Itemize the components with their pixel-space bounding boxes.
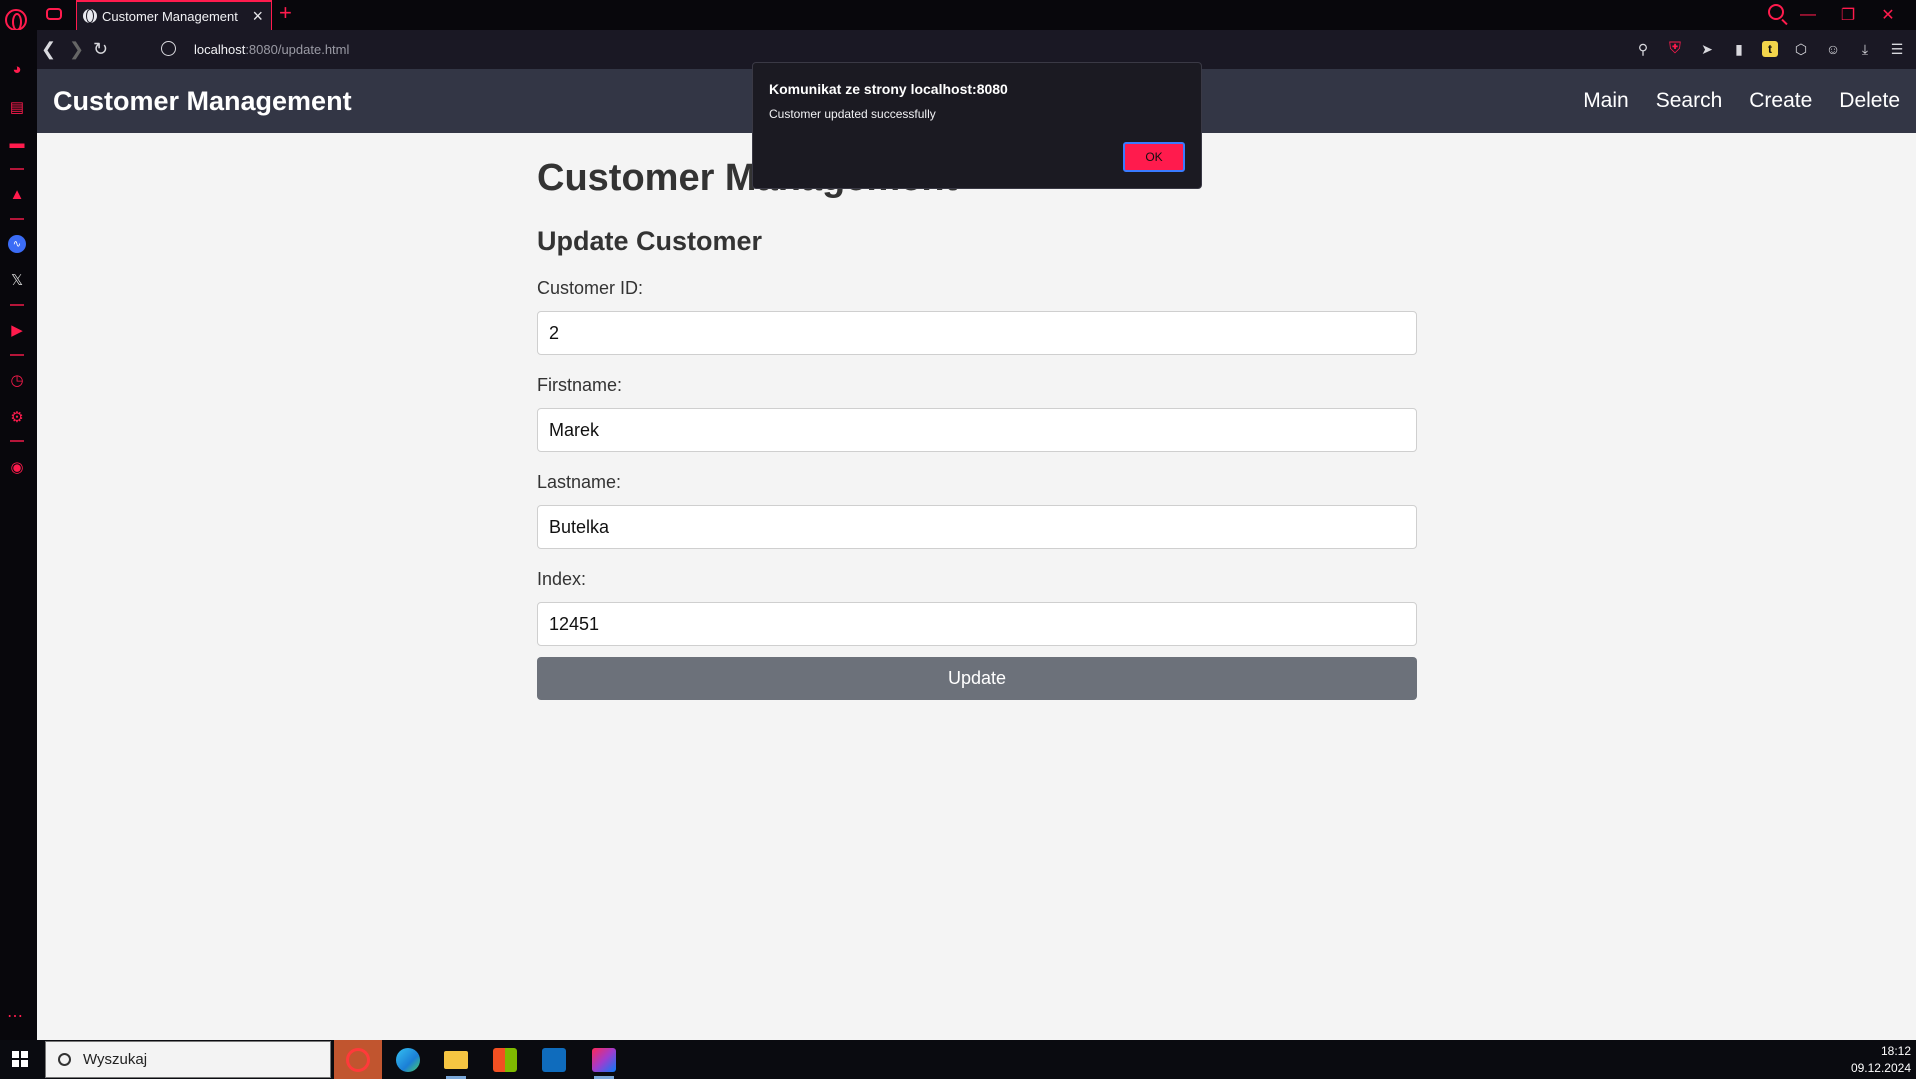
- settings-gear-icon[interactable]: ⚙: [8, 408, 26, 426]
- folder-icon: [444, 1050, 468, 1069]
- browser-tab[interactable]: Customer Management ×: [76, 0, 272, 30]
- site-info-icon[interactable]: [161, 41, 176, 56]
- restore-icon[interactable]: ❐: [1828, 4, 1868, 26]
- store-icon: [493, 1047, 517, 1072]
- back-icon[interactable]: ❮: [41, 39, 56, 59]
- section-title: Update Customer: [537, 226, 763, 256]
- taskbar-clock[interactable]: 18:12 09.12.2024: [1851, 1043, 1911, 1077]
- nav-create-link[interactable]: Create: [1749, 89, 1812, 113]
- extension-icon[interactable]: t: [1762, 41, 1778, 57]
- sidebar-divider: [10, 304, 24, 306]
- firstname-input[interactable]: [537, 408, 1417, 452]
- aria-icon[interactable]: ▲: [8, 185, 26, 203]
- clock-date: 09.12.2024: [1850, 1061, 1911, 1075]
- intellij-icon: [592, 1047, 616, 1072]
- dialog-ok-button[interactable]: OK: [1123, 142, 1185, 172]
- dialog-title: Komunikat ze strony localhost:8080: [769, 81, 1008, 97]
- windows-start-icon[interactable]: [12, 1051, 28, 1067]
- taskbar-opera-gx[interactable]: [334, 1040, 382, 1079]
- url-field[interactable]: localhost:8080/update.html: [194, 42, 349, 57]
- nav-main-link[interactable]: Main: [1583, 89, 1629, 113]
- page-viewport: Customer Management Main Search Create D…: [37, 69, 1916, 1040]
- nav-delete-link[interactable]: Delete: [1839, 89, 1900, 113]
- opera-logo-icon[interactable]: [5, 9, 27, 31]
- search-icon: [58, 1053, 71, 1066]
- customer-id-label: Customer ID:: [537, 278, 644, 298]
- close-tab-icon[interactable]: ×: [252, 7, 263, 25]
- site-nav: Main Search Create Delete: [1583, 89, 1900, 113]
- taskbar-search-text: Wyszukaj: [83, 1051, 148, 1068]
- new-tab-button[interactable]: +: [279, 2, 292, 24]
- send-icon[interactable]: ➤: [1698, 40, 1716, 58]
- opera-gx-icon: [346, 1047, 370, 1072]
- edge-icon: [396, 1047, 420, 1072]
- update-button[interactable]: Update: [537, 657, 1417, 700]
- update-form-container: Customer Management Update Customer Cust…: [537, 157, 1417, 700]
- firstname-label: Firstname:: [537, 375, 623, 395]
- browser-tab-bar: Customer Management × + — ❐ ✕: [0, 0, 1916, 31]
- forward-icon[interactable]: ❯: [69, 39, 84, 59]
- player-icon[interactable]: ▶: [8, 321, 26, 339]
- outlook-icon: [542, 1047, 566, 1072]
- taskbar-store[interactable]: [481, 1040, 529, 1079]
- index-label: Index:: [537, 569, 587, 589]
- opera-sidebar: ◕ ▤ ▬ ▲ ∿ 𝕏 ▶ ◷ ⚙ ◉ ⋯: [0, 30, 37, 1040]
- gx-corner-icon[interactable]: ▤: [8, 98, 26, 116]
- cube-icon[interactable]: ⬡: [1792, 40, 1810, 58]
- globe-icon: [83, 9, 97, 23]
- alert-dialog: Komunikat ze strony localhost:8080 Custo…: [752, 62, 1202, 189]
- reload-icon[interactable]: ↻: [93, 39, 108, 59]
- twitch-icon[interactable]: ▬: [8, 134, 26, 152]
- battery-icon[interactable]: ▮: [1730, 40, 1748, 58]
- window-controls: — ❐ ✕: [1788, 4, 1908, 26]
- sidebar-more-icon[interactable]: ⋯: [7, 1006, 24, 1026]
- history-icon[interactable]: ◷: [8, 371, 26, 389]
- tab-title: Customer Management: [102, 8, 238, 24]
- dialog-message: Customer updated successfully: [769, 107, 936, 121]
- taskbar-outlook[interactable]: [530, 1040, 578, 1079]
- nav-search-link[interactable]: Search: [1656, 89, 1723, 113]
- lastname-label: Lastname:: [537, 472, 622, 492]
- extensions-icon[interactable]: ◉: [8, 458, 26, 476]
- brand-title: Customer Management: [53, 85, 352, 116]
- download-icon[interactable]: ⤓: [1856, 40, 1874, 58]
- profile-icon[interactable]: ☺: [1824, 40, 1842, 58]
- close-window-icon[interactable]: ✕: [1868, 4, 1908, 26]
- menu-icon[interactable]: ☰: [1888, 40, 1906, 58]
- sidebar-divider: [10, 218, 24, 220]
- clock-time: 18:12: [1880, 1044, 1911, 1058]
- sidebar-divider: [10, 354, 24, 356]
- windows-taskbar: Wyszukaj 18:12 09.12.2024: [0, 1040, 1916, 1079]
- adblock-shield-icon[interactable]: ⛨: [1666, 40, 1684, 58]
- sidebar-divider: [10, 440, 24, 442]
- taskbar-search-box[interactable]: Wyszukaj: [45, 1041, 331, 1078]
- customer-id-input[interactable]: [537, 311, 1417, 355]
- toolbar-icons: ⚲ ⛨ ➤ ▮ t ⬡ ☺ ⤓ ☰: [1634, 40, 1906, 58]
- speed-dial-icon[interactable]: ◕: [8, 60, 26, 78]
- sidebar-divider: [10, 168, 24, 170]
- index-input[interactable]: [537, 602, 1417, 646]
- messenger-icon[interactable]: ∿: [8, 235, 26, 253]
- taskbar-file-explorer[interactable]: [432, 1040, 480, 1079]
- tab-search-icon[interactable]: [1768, 4, 1784, 20]
- lastname-input[interactable]: [537, 505, 1417, 549]
- taskbar-intellij[interactable]: [580, 1040, 628, 1079]
- gaming-tab-icon[interactable]: [46, 8, 62, 20]
- taskbar-edge[interactable]: [384, 1040, 432, 1079]
- minimize-icon[interactable]: —: [1788, 4, 1828, 26]
- x-twitter-icon[interactable]: 𝕏: [8, 271, 26, 289]
- zoom-icon[interactable]: ⚲: [1634, 40, 1652, 58]
